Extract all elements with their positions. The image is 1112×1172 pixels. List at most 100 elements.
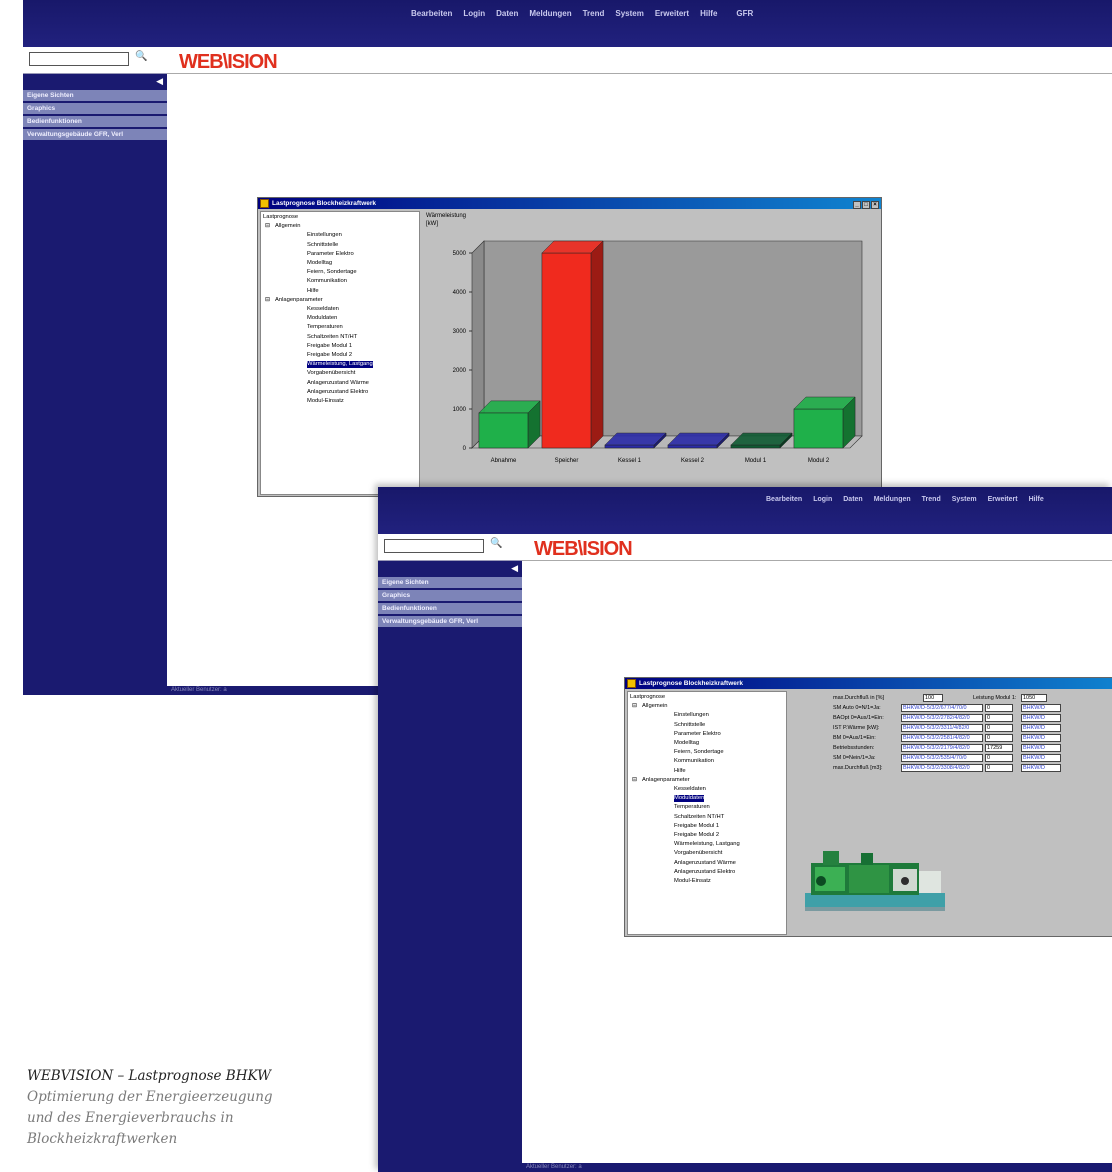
menu-daten[interactable]: Daten xyxy=(496,9,518,18)
expand-toggle-icon[interactable]: ⊟ xyxy=(632,777,637,784)
tree-item[interactable]: Schaltzeiten NT/HT xyxy=(307,334,357,341)
expand-toggle-icon[interactable]: ⊟ xyxy=(265,297,270,304)
tree-item[interactable]: Moduldaten xyxy=(674,795,705,803)
tree-item[interactable]: Lastprognose xyxy=(263,214,298,221)
menu-system[interactable]: System xyxy=(952,496,977,503)
tree-item[interactable]: Parameter Elektro xyxy=(307,251,354,258)
tree-item[interactable]: Vorgabenübersicht xyxy=(307,370,355,377)
chevron-left-icon[interactable]: ◀ xyxy=(511,563,518,574)
collapse-toggle[interactable]: ◀ xyxy=(378,561,522,576)
menu-trend[interactable]: Trend xyxy=(583,9,605,18)
collapse-toggle[interactable]: ◀ xyxy=(23,74,167,89)
menu-system[interactable]: System xyxy=(615,9,643,18)
tree-item[interactable]: Schnittstelle xyxy=(307,242,338,249)
value-input[interactable]: 0 xyxy=(985,714,1013,722)
menu-erweitert[interactable]: Erweitert xyxy=(988,496,1018,503)
tree-item[interactable]: Freigabe Modul 1 xyxy=(674,823,719,830)
tree-group[interactable]: Allgemein xyxy=(642,703,667,710)
tree-item[interactable]: Wärmeleistung, Lastgang xyxy=(307,361,373,369)
menu-trend[interactable]: Trend xyxy=(922,496,941,503)
tree-item[interactable]: Freigabe Modul 2 xyxy=(307,352,352,359)
tree-item[interactable]: Kesseldaten xyxy=(307,306,339,313)
tree-item[interactable]: Modelltag xyxy=(674,740,699,747)
menu-meldungen[interactable]: Meldungen xyxy=(529,9,571,18)
datapoint-link-input[interactable]: BHKW/D-5/3/2/3311/4/82/0 xyxy=(901,724,983,732)
minimize-icon[interactable]: _ xyxy=(853,201,861,209)
datapoint-link-input[interactable]: BHKW/D xyxy=(1021,714,1061,722)
tree-item[interactable]: Feiern, Sondertage xyxy=(674,749,724,756)
tree-item[interactable]: Kommunikation xyxy=(674,758,714,765)
tree-item[interactable]: Kommunikation xyxy=(307,278,347,285)
tree-item[interactable]: Modelltag xyxy=(307,260,332,267)
menu-login[interactable]: Login xyxy=(463,9,485,18)
tree-item[interactable]: Vorgabenübersicht xyxy=(674,850,722,857)
datapoint-link-input[interactable]: BHKW/D xyxy=(1021,754,1061,762)
menu-bearbeiten[interactable]: Bearbeiten xyxy=(411,9,452,18)
datapoint-link-input[interactable]: BHKW/D-5/3/2/2782/4/82/0 xyxy=(901,714,983,722)
sidebar-item-bedienfunktionen[interactable]: Bedienfunktionen xyxy=(378,603,522,614)
tree-item[interactable]: Hilfe xyxy=(674,768,686,775)
menu-daten[interactable]: Daten xyxy=(843,496,862,503)
datapoint-link-input[interactable]: BHKW/D-5/3/2/2179/4/82/0 xyxy=(901,744,983,752)
datapoint-link-input[interactable]: BHKW/D xyxy=(1021,704,1061,712)
value-input[interactable]: 0 xyxy=(985,734,1013,742)
datapoint-link-input[interactable]: BHKW/D xyxy=(1021,724,1061,732)
chevron-left-icon[interactable]: ◀ xyxy=(156,76,163,87)
tree-group[interactable]: Anlagenparameter xyxy=(275,297,323,304)
menu-meldungen[interactable]: Meldungen xyxy=(874,496,911,503)
maximize-icon[interactable]: □ xyxy=(862,201,870,209)
expand-toggle-icon[interactable]: ⊟ xyxy=(265,223,270,230)
datapoint-link-input[interactable]: BHKW/D-5/3/2/2581/4/82/0 xyxy=(901,734,983,742)
tree-item[interactable]: Temperaturen xyxy=(307,324,343,331)
datapoint-link-input[interactable]: BHKW/D-5/3/2/535/4/70/0 xyxy=(901,754,983,762)
datapoint-link-input[interactable]: BHKW/D-5/3/2/3308/4/82/0 xyxy=(901,764,983,772)
tree-item[interactable]: Temperaturen xyxy=(674,804,710,811)
tree-item[interactable]: Kesseldaten xyxy=(674,786,706,793)
tree-item[interactable]: Moduldaten xyxy=(307,315,337,322)
datapoint-link-input[interactable]: BHKW/D xyxy=(1021,744,1061,752)
value-input[interactable]: 0 xyxy=(985,754,1013,762)
tree-item[interactable]: Schaltzeiten NT/HT xyxy=(674,814,724,821)
tree-item[interactable]: Anlagenzustand Wärme xyxy=(307,380,369,387)
menu-bearbeiten[interactable]: Bearbeiten xyxy=(766,496,802,503)
search-icon[interactable]: 🔍 xyxy=(490,538,502,549)
datapoint-link-input[interactable]: BHKW/D xyxy=(1021,734,1061,742)
maxflow-input[interactable]: 100 xyxy=(923,694,943,702)
search-icon[interactable]: 🔍 xyxy=(135,51,147,62)
tree-item[interactable]: Freigabe Modul 2 xyxy=(674,832,719,839)
tree-item[interactable]: Lastprognose xyxy=(630,694,665,701)
search-input[interactable] xyxy=(384,539,484,553)
tree-item[interactable]: Feiern, Sondertage xyxy=(307,269,357,276)
tree-item[interactable]: Freigabe Modul 1 xyxy=(307,343,352,350)
tree-item[interactable]: Einstellungen xyxy=(674,712,709,719)
datapoint-link-input[interactable]: BHKW/D-5/3/2/677/4/70/0 xyxy=(901,704,983,712)
tree-item[interactable]: Anlagenzustand Elektro xyxy=(307,389,368,396)
value-input[interactable]: 0 xyxy=(985,724,1013,732)
expand-toggle-icon[interactable]: ⊟ xyxy=(632,703,637,710)
sidebar-item-eigene-sichten[interactable]: Eigene Sichten xyxy=(23,90,167,101)
tree-item[interactable]: Modul-Einsatz xyxy=(674,878,711,885)
datapoint-link-input[interactable]: BHKW/D xyxy=(1021,764,1061,772)
menu-hilfe[interactable]: Hilfe xyxy=(1029,496,1044,503)
menu-gfr[interactable]: GFR xyxy=(736,9,753,18)
value-input[interactable]: 17259 xyxy=(985,744,1013,752)
tree-group[interactable]: Allgemein xyxy=(275,223,300,230)
close-icon[interactable]: × xyxy=(871,201,879,209)
sidebar-item-verwaltungsgebaeude[interactable]: Verwaltungsgebäude GFR, Verl xyxy=(23,129,167,140)
tree-item[interactable]: Modul-Einsatz xyxy=(307,398,344,405)
tree-item[interactable]: Hilfe xyxy=(307,288,319,295)
value-input[interactable]: 0 xyxy=(985,704,1013,712)
menu-login[interactable]: Login xyxy=(813,496,832,503)
sidebar-item-bedienfunktionen[interactable]: Bedienfunktionen xyxy=(23,116,167,127)
tree-item[interactable]: Anlagenzustand Wärme xyxy=(674,860,736,867)
menu-hilfe[interactable]: Hilfe xyxy=(700,9,717,18)
tree-item[interactable]: Parameter Elektro xyxy=(674,731,721,738)
tree-item[interactable]: Wärmeleistung, Lastgang xyxy=(674,841,740,848)
search-input[interactable] xyxy=(29,52,129,66)
tree-item[interactable]: Anlagenzustand Elektro xyxy=(674,869,735,876)
sidebar-item-eigene-sichten[interactable]: Eigene Sichten xyxy=(378,577,522,588)
sidebar-item-graphics[interactable]: Graphics xyxy=(378,590,522,601)
sidebar-item-graphics[interactable]: Graphics xyxy=(23,103,167,114)
tree-item[interactable]: Einstellungen xyxy=(307,232,342,239)
value-input[interactable]: 0 xyxy=(985,764,1013,772)
